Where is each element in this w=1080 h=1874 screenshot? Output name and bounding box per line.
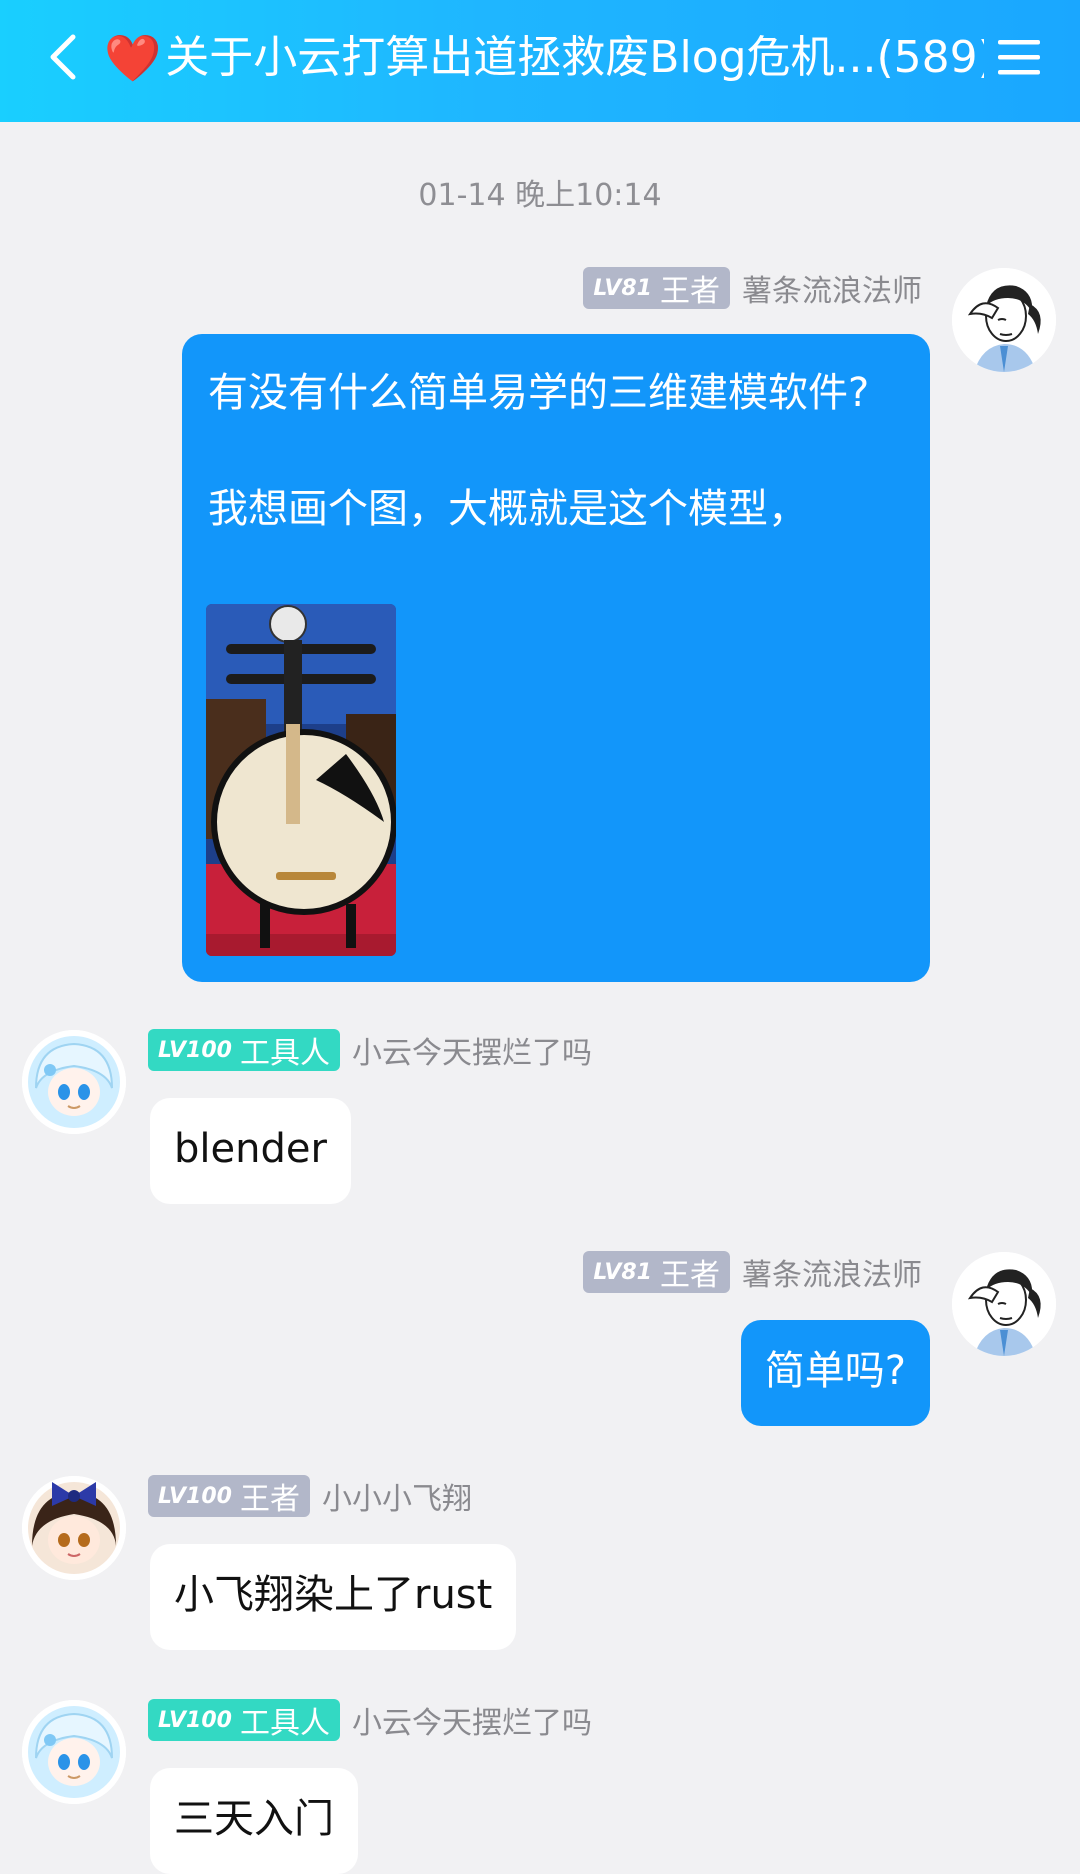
sender-meta: LV81 王者 薯条流浪法师 [583, 1250, 922, 1294]
message-timestamp: 01-14 晚上10:14 [418, 178, 662, 213]
message-text: 小飞翔染上了rust [174, 1572, 493, 1618]
sender-meta: LV100 工具人 小云今天摆烂了吗 [148, 1698, 592, 1742]
level-text: LV100 [158, 1707, 232, 1733]
group-title-text: 关于小云打算出道拯救废Blog危机...(589) [165, 32, 984, 83]
sender-nickname[interactable]: 小云今天摆烂了吗 [352, 1698, 592, 1742]
rank-text: 工具人 [239, 1706, 330, 1741]
hamburger-menu-icon [998, 40, 1040, 75]
rank-text: 王者 [660, 1258, 720, 1293]
level-text: LV100 [158, 1037, 232, 1063]
user-avatar-icon [952, 1252, 1056, 1356]
level-badge: LV100 王者 [148, 1475, 310, 1517]
message-image[interactable] [206, 604, 396, 956]
message-text: 简单吗? [764, 1348, 906, 1394]
avatar[interactable] [22, 1030, 126, 1134]
sender-meta: LV100 工具人 小云今天摆烂了吗 [148, 1028, 592, 1072]
message-text: 有没有什么简单易学的三维建模软件? 我想画个图，大概就是这个模型， [208, 370, 870, 532]
message-text: blender [174, 1126, 327, 1172]
sender-nickname[interactable]: 小小小飞翔 [322, 1474, 472, 1518]
level-badge: LV100 工具人 [148, 1029, 340, 1071]
avatar[interactable] [22, 1700, 126, 1804]
heart-emoji: ❤️ [104, 31, 162, 85]
message-bubble[interactable]: 小飞翔染上了rust [150, 1544, 517, 1650]
sender-meta: LV100 王者 小小小飞翔 [148, 1474, 472, 1518]
message-bubble[interactable]: 三天入门 [150, 1768, 358, 1874]
user-avatar-icon [952, 268, 1056, 372]
anime-girl-bow-avatar-icon [22, 1476, 126, 1580]
rank-text: 王者 [239, 1482, 300, 1517]
avatar[interactable] [22, 1476, 126, 1580]
sender-nickname[interactable]: 薯条流浪法师 [742, 266, 922, 310]
group-title: ❤️ 关于小云打算出道拯救废Blog危机...(589) [104, 26, 984, 90]
message-text: 三天入门 [174, 1796, 334, 1842]
message-bubble[interactable]: blender [150, 1098, 351, 1204]
message-bubble[interactable]: 简单吗? [740, 1320, 930, 1426]
anime-girl-avatar-icon [22, 1030, 126, 1134]
avatar[interactable] [952, 268, 1056, 372]
level-text: LV81 [593, 1259, 652, 1285]
chat-header: ❤️ 关于小云打算出道拯救废Blog危机...(589) [0, 0, 1080, 122]
back-button[interactable] [28, 22, 98, 92]
sender-nickname[interactable]: 薯条流浪法师 [742, 1250, 922, 1294]
pipa-instrument-photo-icon [206, 604, 396, 956]
rank-text: 王者 [660, 274, 720, 309]
sender-nickname[interactable]: 小云今天摆烂了吗 [352, 1028, 592, 1072]
chevron-left-icon [50, 34, 76, 80]
rank-text: 工具人 [239, 1036, 330, 1071]
level-text: LV100 [158, 1483, 232, 1509]
menu-button[interactable] [986, 24, 1052, 90]
anime-girl-avatar-icon [22, 1700, 126, 1804]
level-badge: LV81 王者 [583, 1251, 730, 1293]
sender-meta: LV81 王者 薯条流浪法师 [583, 266, 922, 310]
level-badge: LV81 王者 [583, 267, 730, 309]
level-badge: LV100 工具人 [148, 1699, 340, 1741]
level-text: LV81 [593, 275, 652, 301]
avatar[interactable] [952, 1252, 1056, 1356]
